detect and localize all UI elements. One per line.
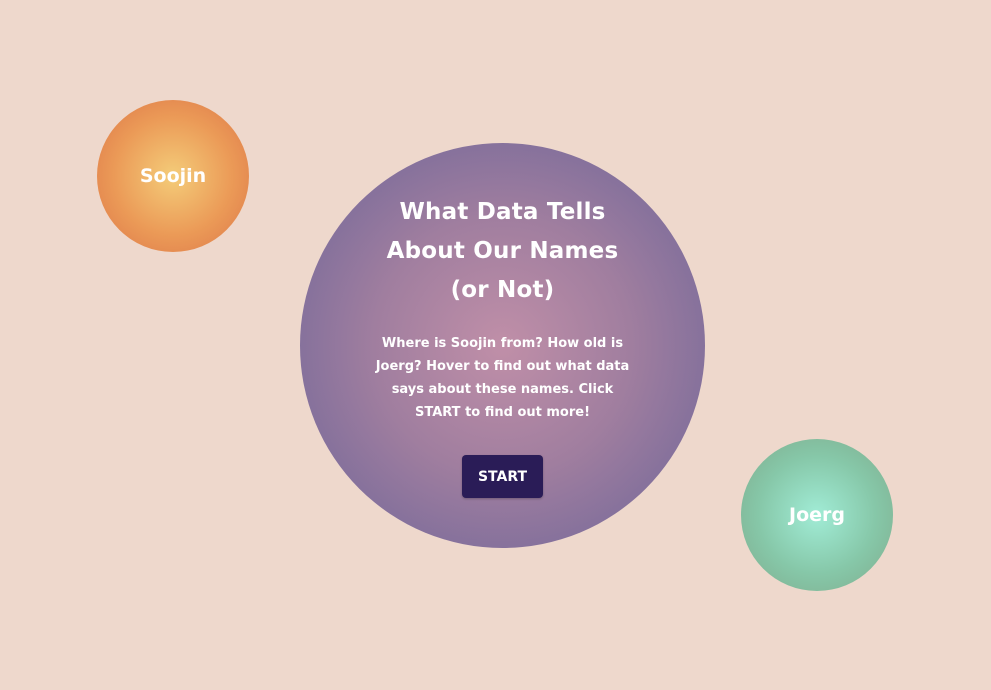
intro-bubble: What Data Tells About Our Names (or Not)… [300, 143, 705, 548]
page-title: What Data Tells About Our Names (or Not) [386, 199, 619, 303]
intro-description: Where is Soojin from? How old is Joerg? … [375, 336, 630, 420]
page-stage: Soojin What Data Tells About Our Names (… [0, 0, 991, 690]
name-bubble-label: Joerg [789, 504, 845, 526]
name-bubble-soojin[interactable]: Soojin [97, 100, 249, 252]
start-button[interactable]: START [462, 455, 543, 498]
name-bubble-label: Soojin [139, 165, 207, 187]
name-bubble-joerg[interactable]: Joerg [741, 439, 893, 591]
